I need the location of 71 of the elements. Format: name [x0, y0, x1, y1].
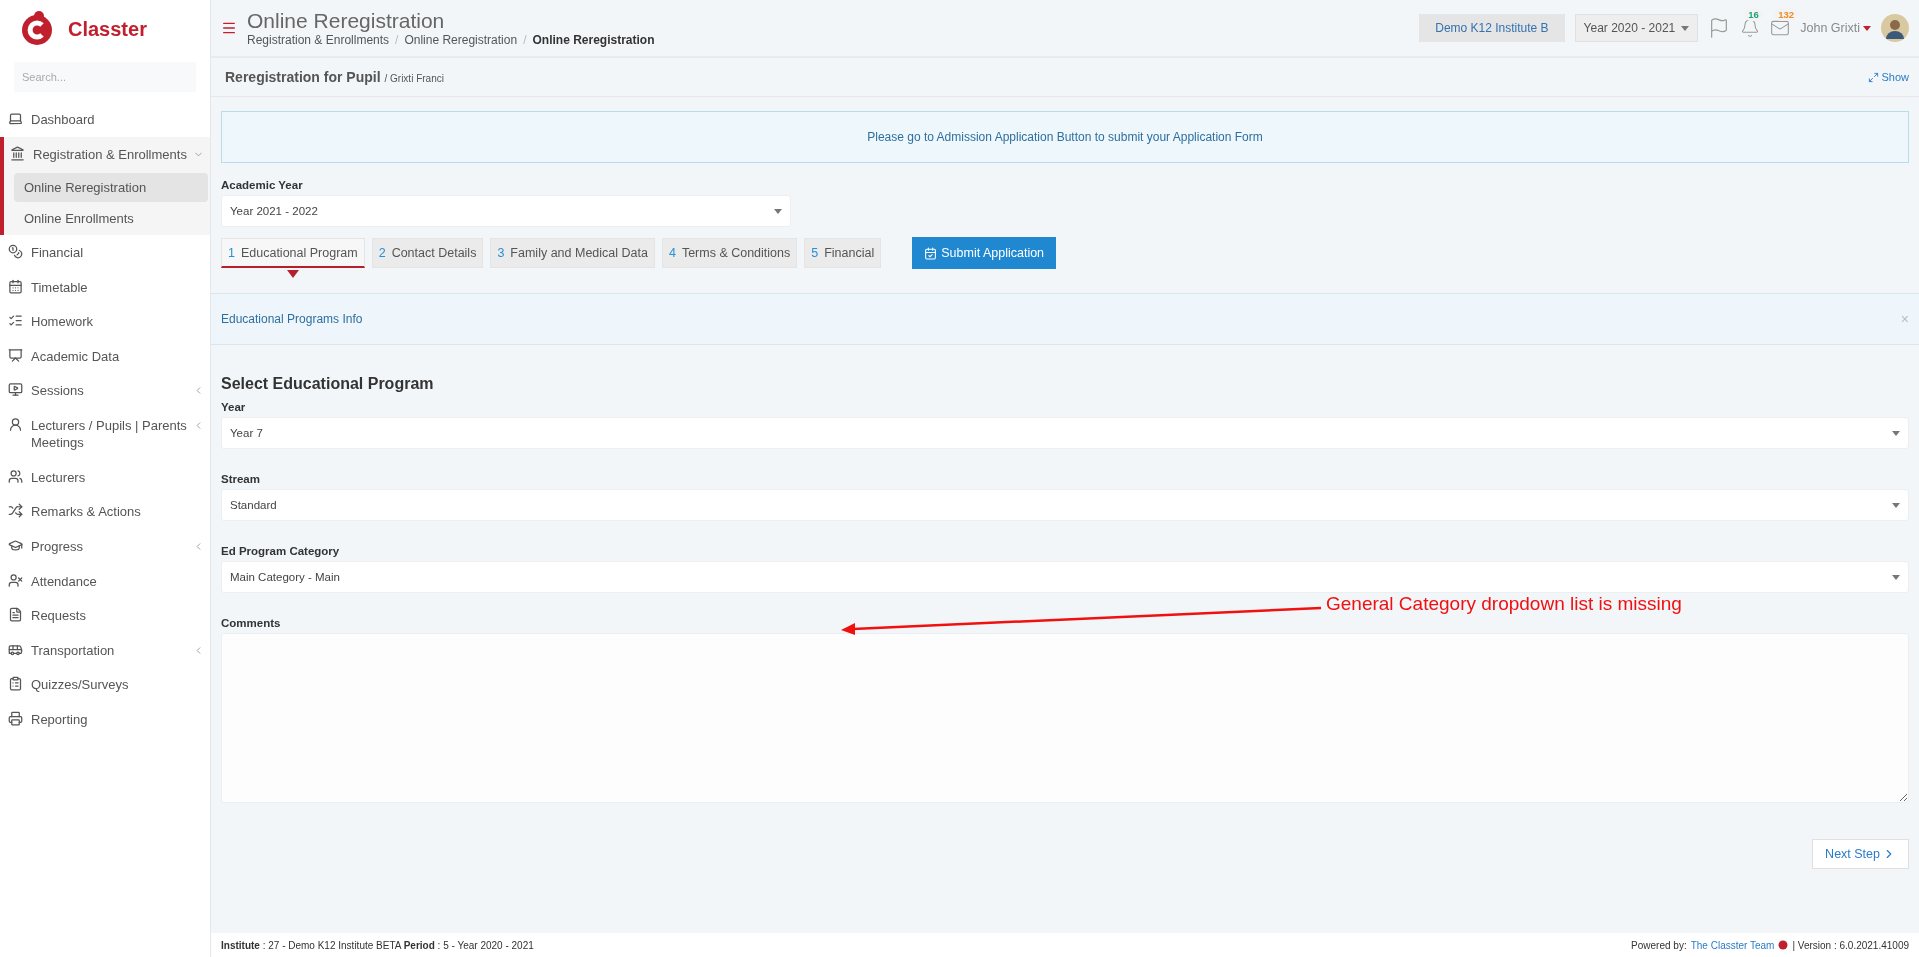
caret-icon — [774, 208, 782, 214]
message-count: 132 — [1774, 8, 1799, 21]
team-link[interactable]: The Classter Team — [1690, 939, 1775, 951]
caret-icon — [1892, 502, 1900, 508]
sidebar-item[interactable]: Academic Data — [0, 338, 210, 374]
submenu-item[interactable]: Online Reregistration — [14, 173, 208, 203]
version-text: | Version : 6.0.2021.41009 — [1792, 939, 1909, 951]
avatar — [1881, 14, 1909, 42]
sidebar-item[interactable]: Sessions — [0, 373, 210, 408]
search-field[interactable]: Search... — [14, 62, 196, 92]
sidebar-item[interactable]: Registration & Enrollments — [4, 136, 210, 172]
section-title: Select Educational Program — [221, 375, 435, 393]
page-heading: Online Reregistration — [247, 9, 446, 33]
sidebar-item[interactable]: Requests — [0, 598, 210, 633]
sidebar-item[interactable]: Lecturers — [0, 459, 210, 495]
institute-button[interactable]: Demo K12 Institute B — [1419, 14, 1565, 42]
sidebar-item[interactable]: Attendance — [0, 563, 210, 599]
sidebar-item[interactable]: Transportation — [0, 632, 210, 668]
logo-icon — [20, 10, 54, 48]
next-step-button[interactable]: Next Step — [1812, 839, 1909, 869]
year-dropdown[interactable]: Year 2020 - 2021 — [1574, 14, 1699, 42]
breadcrumb[interactable]: Online Reregistration — [404, 33, 518, 47]
sidebar-item[interactable]: Reporting — [0, 701, 210, 737]
notice-banner: Please go to Admission Application Button to submit your Application Form — [221, 111, 1909, 163]
caret-icon — [1863, 25, 1871, 31]
sidebar-item[interactable]: Homework — [0, 304, 210, 339]
breadcrumb-separator: / — [395, 33, 399, 47]
brand-name: Classter — [68, 17, 147, 41]
sidebar-item[interactable]: Financial — [0, 235, 210, 270]
breadcrumb-separator: / — [523, 33, 527, 47]
comments-field[interactable] — [221, 633, 1909, 803]
step-tab[interactable]: 4 Terms & Conditions — [661, 238, 798, 268]
annotation-text: General Category dropdown list is missing — [1326, 593, 1682, 615]
powered-by-text: Powered by: — [1631, 939, 1687, 951]
breadcrumb[interactable]: Registration & Enrollments — [247, 33, 390, 47]
submenu-item[interactable]: Online Enrollments — [14, 204, 208, 234]
bell-icon[interactable] — [1740, 18, 1761, 38]
field-label: Year — [221, 401, 247, 413]
sidebar-item[interactable]: Progress — [0, 529, 210, 564]
step-tab[interactable]: 1 Educational Program — [221, 238, 365, 268]
breadcrumb: Online Reregistration — [532, 33, 655, 47]
academic-year-dropdown[interactable]: Year 2021 - 2022 — [221, 195, 791, 227]
footer-info: Institute : 27 - Demo K12 Institute BETA Period : 5 - Year 2020 - 2021 — [221, 939, 534, 951]
page-title: Reregistration for Pupil / Grixti Franci — [225, 69, 444, 85]
caret-icon — [1892, 430, 1900, 436]
submit-application-button[interactable]: Submit Application — [912, 237, 1057, 269]
field-label: Ed Program Category — [221, 545, 341, 557]
caret-icon — [1681, 25, 1690, 31]
field-label: Comments — [221, 617, 282, 629]
sidebar-item[interactable]: Lecturers / Pupils | Parents Meetings — [0, 407, 210, 460]
show-link[interactable]: Show — [1868, 71, 1909, 83]
dropdown[interactable]: Main Category - Main — [221, 561, 1909, 593]
step-tab[interactable]: 3 Family and Medical Data — [490, 238, 655, 268]
field-label: Stream — [221, 473, 261, 485]
dropdown[interactable]: Standard — [221, 489, 1909, 521]
pupil-name: / Grixti Franci — [384, 73, 444, 84]
panel-title: Educational Programs Info — [221, 312, 363, 326]
field-label: Academic Year — [221, 179, 304, 191]
caret-icon — [1892, 574, 1900, 580]
sidebar-item[interactable]: Timetable — [0, 269, 210, 305]
dropdown[interactable]: Year 7 — [221, 417, 1909, 449]
tab-pointer-icon — [286, 270, 299, 278]
sidebar-item[interactable]: Quizzes/Surveys — [0, 667, 210, 702]
sidebar-item[interactable]: Remarks & Actions — [0, 494, 210, 529]
expand-icon — [1868, 71, 1880, 83]
notification-count: 16 — [1744, 8, 1763, 21]
sidebar-item[interactable]: Dashboard — [0, 102, 210, 137]
mail-icon[interactable] — [1770, 18, 1791, 38]
step-tab[interactable]: 5 Financial — [804, 238, 882, 268]
step-tab[interactable]: 2 Contact Details — [371, 238, 484, 268]
logo-icon — [1778, 940, 1789, 950]
